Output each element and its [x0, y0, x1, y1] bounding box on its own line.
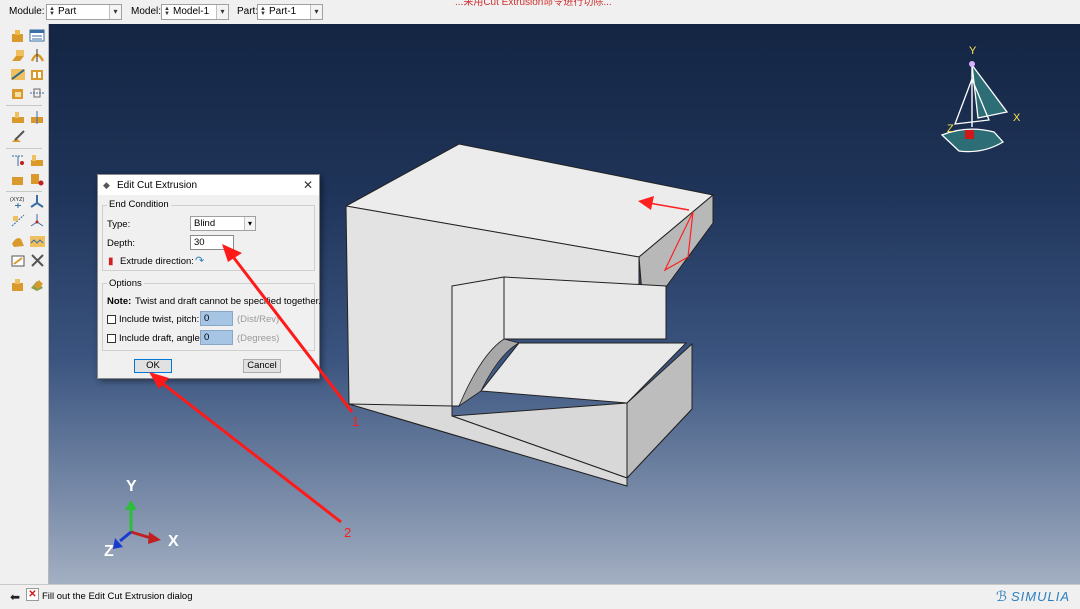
- tools-icon[interactable]: [10, 234, 27, 249]
- extrude-direction-label: Extrude direction:: [120, 256, 194, 267]
- cancel-procedure-icon[interactable]: ✕: [26, 588, 39, 601]
- type-value: Blind: [194, 218, 216, 229]
- partial-caption-text: ...采用Cut Extrusion命令进行切除...: [455, 0, 612, 8]
- draft-value: 0: [204, 332, 210, 343]
- repair-icon[interactable]: [29, 194, 46, 209]
- close-icon[interactable]: ✕: [303, 178, 313, 192]
- dialog-title: Edit Cut Extrusion: [117, 180, 198, 191]
- xyz-point-icon[interactable]: [29, 153, 46, 168]
- set-icon[interactable]: [10, 129, 27, 144]
- options-label: Options: [107, 278, 144, 289]
- module-select[interactable]: ▲ ▼ Part ▾: [46, 4, 122, 20]
- triad-z-label: Z: [104, 543, 114, 560]
- part-manager-icon[interactable]: [29, 28, 46, 43]
- depth-value: 30: [194, 237, 205, 248]
- spin-icon: ▲ ▼: [49, 6, 55, 17]
- triad-y-label: Y: [126, 478, 137, 495]
- draft-unit: (Degrees): [237, 333, 280, 344]
- annotation-label-1: 1: [352, 414, 360, 429]
- svg-text:(XYZ): (XYZ): [10, 197, 25, 203]
- model-label: Model:: [131, 6, 162, 17]
- coordinate-triad-icon: [113, 500, 161, 549]
- twist-value: 0: [204, 313, 210, 324]
- spin-icon: ▲ ▼: [164, 6, 170, 17]
- note-text: Twist and draft cannot be specified toge…: [135, 296, 321, 307]
- part-toolbox: (XYZ): [0, 24, 49, 584]
- annotation-label-2: 2: [344, 525, 352, 540]
- part-label: Part:: [237, 6, 259, 17]
- blend-icon[interactable]: [29, 86, 46, 101]
- view-cube-y-label: Y: [969, 45, 977, 57]
- part-copy-icon[interactable]: [10, 253, 27, 268]
- extrude-solid-icon[interactable]: [10, 48, 27, 63]
- cut-extrude-icon[interactable]: [10, 67, 27, 82]
- datum-plane-icon[interactable]: [29, 172, 46, 187]
- draft-angle-input[interactable]: 0: [200, 330, 233, 345]
- view-cube-x-label: X: [1013, 112, 1021, 124]
- draft-label: Include draft, angle:: [119, 333, 203, 344]
- end-condition-label: End Condition: [107, 199, 171, 210]
- depth-input[interactable]: 30: [190, 235, 234, 250]
- dialog-app-icon: ◆: [103, 180, 110, 190]
- dialog-title-bar[interactable]: ◆ Edit Cut Extrusion ✕: [98, 175, 319, 195]
- query-icon[interactable]: [29, 213, 46, 228]
- partition-icon[interactable]: [29, 110, 46, 125]
- chevron-down-icon[interactable]: ▾: [216, 5, 228, 19]
- chevron-down-icon[interactable]: ▾: [109, 5, 121, 19]
- note-bold-label: Note:: [107, 296, 132, 307]
- model-select[interactable]: ▲ ▼ Model-1 ▾: [161, 4, 229, 20]
- twist-pitch-input[interactable]: 0: [200, 311, 233, 326]
- chevron-down-icon[interactable]: ▾: [310, 5, 322, 19]
- shell-icon[interactable]: [10, 86, 27, 101]
- datum-axis-icon[interactable]: [10, 172, 27, 187]
- type-label: Type:: [107, 219, 131, 230]
- cancel-button[interactable]: Cancel: [243, 359, 281, 373]
- status-bar: ⬅ ✕ Fill out the Edit Cut Extrusion dial…: [0, 584, 1080, 609]
- include-draft-checkbox[interactable]: [107, 334, 116, 343]
- model-value: Model-1: [173, 6, 210, 17]
- surface-icon[interactable]: [10, 153, 27, 168]
- part-3d-model[interactable]: [344, 143, 715, 487]
- datum-icon[interactable]: [10, 110, 27, 125]
- feature-manager-icon[interactable]: [29, 234, 46, 249]
- brand-label: SIMULIA: [1011, 589, 1071, 604]
- assembly-icon[interactable]: [29, 277, 46, 292]
- module-value: Part: [58, 6, 77, 17]
- datum-csys-icon[interactable]: (XYZ): [10, 194, 27, 209]
- ok-button[interactable]: OK: [134, 359, 172, 373]
- simulia-logo-icon: ℬ: [996, 588, 1008, 604]
- edit-cut-extrusion-dialog: ◆ Edit Cut Extrusion ✕ End Condition Typ…: [97, 174, 321, 379]
- part-select[interactable]: ▲ ▼ Part-1 ▾: [257, 4, 323, 20]
- depth-label: Depth:: [107, 238, 135, 249]
- wire-icon[interactable]: [10, 213, 27, 228]
- flip-direction-icon[interactable]: ↷: [195, 254, 204, 267]
- extrude-direction-icon: ▮: [108, 256, 114, 267]
- triad-x-label: X: [168, 533, 179, 550]
- twist-label: Include twist, pitch:: [119, 314, 200, 325]
- status-message: Fill out the Edit Cut Extrusion dialog: [42, 591, 193, 602]
- view-cube-icon[interactable]: [940, 61, 1009, 153]
- sweep-solid-icon[interactable]: [29, 67, 46, 82]
- chevron-down-icon[interactable]: ▾: [244, 217, 255, 230]
- twist-unit: (Dist/Rev): [237, 314, 280, 325]
- type-select[interactable]: Blind ▾: [190, 216, 256, 231]
- view-cube-z-label: Z: [947, 123, 954, 135]
- tools-wrench-icon[interactable]: [29, 253, 46, 268]
- back-arrow-icon[interactable]: ⬅: [10, 590, 20, 604]
- revolve-solid-icon[interactable]: [29, 48, 46, 63]
- module-toolbar: ...采用Cut Extrusion命令进行切除... Module: ▲ ▼ P…: [0, 0, 1080, 25]
- spin-icon: ▲ ▼: [260, 6, 266, 17]
- module-label: Module:: [9, 6, 45, 17]
- include-twist-checkbox[interactable]: [107, 315, 116, 324]
- merge-cut-icon[interactable]: [10, 277, 27, 292]
- part-value: Part-1: [269, 6, 297, 17]
- create-part-icon[interactable]: [10, 28, 27, 43]
